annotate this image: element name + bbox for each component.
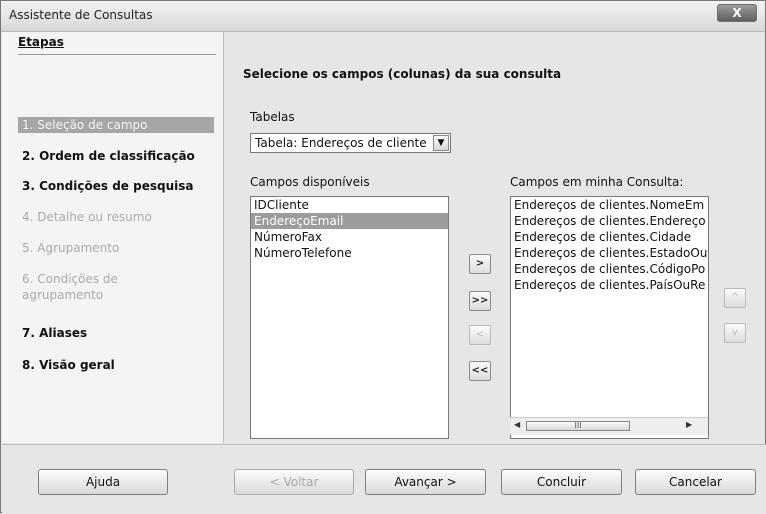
add-all-fields-button[interactable]: >> xyxy=(469,291,491,311)
remove-all-fields-button[interactable]: << xyxy=(469,361,491,381)
step-grouping-conditions: 6. Condições de agrupamento xyxy=(22,272,118,302)
available-fields-list[interactable]: IDCliente EndereçoEmail NúmeroFax Número… xyxy=(250,196,449,439)
list-item[interactable]: Endereços de clientes.EstadoOu xyxy=(511,245,708,261)
steps-pane xyxy=(2,32,224,443)
list-item[interactable]: Endereços de clientes.Cidade xyxy=(511,229,708,245)
back-button[interactable]: < Voltar xyxy=(234,469,354,495)
list-item[interactable]: Endereços de clientes.Endereço xyxy=(511,213,708,229)
list-item[interactable]: IDCliente xyxy=(251,197,448,213)
step-sort-order[interactable]: 2. Ordem de classificação xyxy=(18,148,214,164)
chevron-down-icon: v xyxy=(732,327,738,338)
next-button[interactable]: Avançar > xyxy=(365,469,486,495)
tables-dropdown[interactable]: Tabela: Endereços de cliente ▼ xyxy=(250,133,451,153)
step-overview[interactable]: 8. Visão geral xyxy=(18,357,214,373)
scroll-left-icon[interactable]: ◀ xyxy=(514,420,520,429)
cancel-button[interactable]: Cancelar xyxy=(635,469,756,495)
query-fields-label: Campos em minha Consulta: xyxy=(510,175,684,189)
steps-heading: Etapas xyxy=(18,35,64,49)
chevron-down-icon[interactable]: ▼ xyxy=(433,135,449,151)
step-field-selection[interactable]: 1. Seleção de campo xyxy=(18,117,214,133)
list-item[interactable]: Endereços de clientes.CódigoPo xyxy=(511,261,708,277)
chevron-up-icon: ^ xyxy=(730,292,740,303)
available-fields-label: Campos disponíveis xyxy=(250,175,370,189)
list-item[interactable]: NúmeroFax xyxy=(251,229,448,245)
tables-label: Tabelas xyxy=(250,110,295,124)
move-down-button[interactable]: v xyxy=(724,323,746,343)
steps-divider xyxy=(18,54,216,55)
step-aliases[interactable]: 7. Aliases xyxy=(18,325,214,341)
help-button[interactable]: Ajuda xyxy=(38,469,168,495)
tables-dropdown-value: Tabela: Endereços de cliente xyxy=(255,136,427,150)
scroll-right-icon[interactable]: ▶ xyxy=(686,420,692,429)
finish-button[interactable]: Concluir xyxy=(501,469,622,495)
add-field-button[interactable]: > xyxy=(469,254,491,274)
list-item-selected[interactable]: EndereçoEmail xyxy=(251,213,448,229)
query-fields-list[interactable]: Endereços de clientes.NomeEm Endereços d… xyxy=(510,196,709,439)
close-button[interactable]: X xyxy=(717,4,757,22)
step-search-conditions[interactable]: 3. Condições de pesquisa xyxy=(18,178,214,194)
list-item[interactable]: NúmeroTelefone xyxy=(251,245,448,261)
list-item[interactable]: Endereços de clientes.NomeEm xyxy=(511,197,708,213)
remove-field-button[interactable]: < xyxy=(469,325,491,345)
list-item[interactable]: Endereços de clientes.PaísOuRe xyxy=(511,277,708,293)
title-bar: Assistente de Consultas X xyxy=(1,1,765,32)
step-detail-summary: 4. Detalhe ou resumo xyxy=(22,210,152,224)
move-up-button[interactable]: ^ xyxy=(724,288,746,308)
scrollbar-thumb[interactable]: III xyxy=(526,421,630,431)
window-title: Assistente de Consultas xyxy=(9,8,153,22)
horizontal-scrollbar[interactable]: ◀ III ▶ xyxy=(510,417,708,435)
close-icon: X xyxy=(732,6,742,20)
page-title: Selecione os campos (colunas) da sua con… xyxy=(243,67,562,81)
query-wizard-window: Assistente de Consultas X Etapas 1. Sele… xyxy=(0,0,766,514)
step-grouping: 5. Agrupamento xyxy=(22,241,120,255)
